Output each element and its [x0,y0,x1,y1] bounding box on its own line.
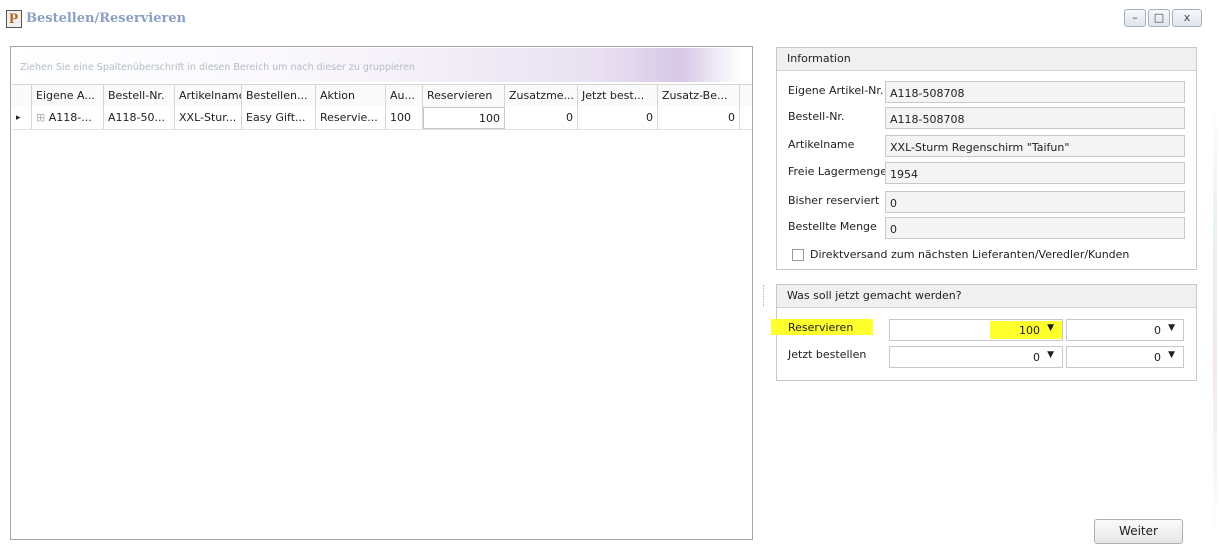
cell-eigene-artikel-value: A118-... [48,111,92,124]
field-bisher-reserviert: 0 [885,191,1185,213]
cell-reservieren[interactable]: 100 [423,107,505,129]
column-header-bestellen[interactable]: Bestellen... [242,85,316,107]
chevron-down-icon[interactable]: ▼ [1168,350,1175,360]
table-row[interactable]: ▸ ⊞ A118-... A118-50... XXL-Stur... Easy… [12,107,752,130]
bestellen-quantity-spinner[interactable]: 0 ▼ [889,346,1063,368]
close-button[interactable]: x [1172,9,1202,27]
weiter-button[interactable]: Weiter [1094,519,1183,544]
direktversand-label[interactable]: Direktversand zum nächsten Lieferanten/V… [810,248,1129,261]
reservieren-quantity-value: 100 [1019,324,1040,337]
cell-zusatzmenge[interactable]: 0 [505,107,578,129]
panel-splitter[interactable] [763,285,766,307]
column-header-zusatzmenge[interactable]: Zusatzme... [505,85,578,107]
direktversand-checkbox[interactable] [792,249,804,261]
column-header-jetzt-bestellen[interactable]: Jetzt best... [578,85,658,107]
information-header: Information [777,48,1196,71]
column-header-bestell-nr[interactable]: Bestell-Nr. [104,85,175,107]
field-freie-lagermenge: 1954 [885,162,1185,184]
bestellen-extra-value: 0 [1154,351,1161,364]
column-header-au[interactable]: Au... [386,85,423,107]
chevron-down-icon[interactable]: ▼ [1047,323,1054,333]
column-header-reservieren[interactable]: Reservieren [423,85,505,107]
bestellen-quantity-value: 0 [1033,351,1040,364]
information-group: Information Eigene Artikel-Nr. A118-5087… [776,47,1197,270]
cell-jetzt-bestellen[interactable]: 0 [578,107,658,129]
cell-eigene-artikel[interactable]: ⊞ A118-... [32,107,104,129]
label-jetzt-bestellen: Jetzt bestellen [788,348,867,361]
action-group: Was soll jetzt gemacht werden? Reservier… [771,284,1197,381]
app-icon: P [6,10,22,28]
column-header-artikelname[interactable]: Artikelname [175,85,242,107]
minimize-button[interactable]: – [1124,9,1146,27]
field-eigene-artikel-nr: A118-508708 [885,81,1185,103]
window-edge-decoration [1213,100,1217,540]
cell-aktion[interactable]: Reservie... [316,107,386,129]
order-grid: Ziehen Sie eine Spaltenüberschrift in di… [10,46,753,540]
reservieren-quantity-spinner[interactable]: 100 ▼ [889,319,1063,341]
chevron-down-icon[interactable]: ▼ [1168,323,1175,333]
title-bar: P Bestellen/Reservieren – □ x [0,0,1219,40]
label-freie-lagermenge: Freie Lagermenge [788,165,888,178]
field-bestellte-menge: 0 [885,217,1185,239]
chevron-down-icon[interactable]: ▼ [1047,350,1054,360]
maximize-button[interactable]: □ [1148,9,1170,27]
group-panel[interactable]: Ziehen Sie eine Spaltenüberschrift in di… [12,48,740,82]
label-bisher-reserviert: Bisher reserviert [788,194,880,207]
column-header-aktion[interactable]: Aktion [316,85,386,107]
label-bestellte-menge: Bestellte Menge [788,220,877,233]
column-header-zusatz-bestellen[interactable]: Zusatz-Be... [658,85,740,107]
label-bestell-nr: Bestell-Nr. [788,110,845,123]
reservieren-extra-spinner[interactable]: 0 ▼ [1066,319,1184,341]
expand-row-icon[interactable]: ⊞ [36,111,45,124]
label-eigene-artikel-nr: Eigene Artikel-Nr. [788,84,884,97]
cell-bestellen[interactable]: Easy Gift... [242,107,316,129]
group-panel-hint: Ziehen Sie eine Spaltenüberschrift in di… [20,62,415,73]
window-title: Bestellen/Reservieren [26,11,187,26]
column-header-eigene-artikel[interactable]: Eigene A... [32,85,104,107]
header-indicator-cell [12,85,32,107]
action-header: Was soll jetzt gemacht werden? [777,285,1196,308]
cell-bestell-nr[interactable]: A118-50... [104,107,175,129]
cell-au[interactable]: 100 [386,107,423,129]
cell-zusatz-bestellen[interactable]: 0 [658,107,740,129]
field-artikelname: XXL-Sturm Regenschirm "Taifun" [885,135,1185,157]
cell-artikelname[interactable]: XXL-Stur... [175,107,242,129]
row-indicator-icon: ▸ [12,107,32,129]
label-artikelname: Artikelname [788,138,855,151]
label-reservieren: Reservieren [788,321,854,334]
field-bestell-nr: A118-508708 [885,107,1185,129]
reservieren-extra-value: 0 [1154,324,1161,337]
grid-header: Eigene A... Bestell-Nr. Artikelname Best… [12,84,752,108]
bestellen-extra-spinner[interactable]: 0 ▼ [1066,346,1184,368]
